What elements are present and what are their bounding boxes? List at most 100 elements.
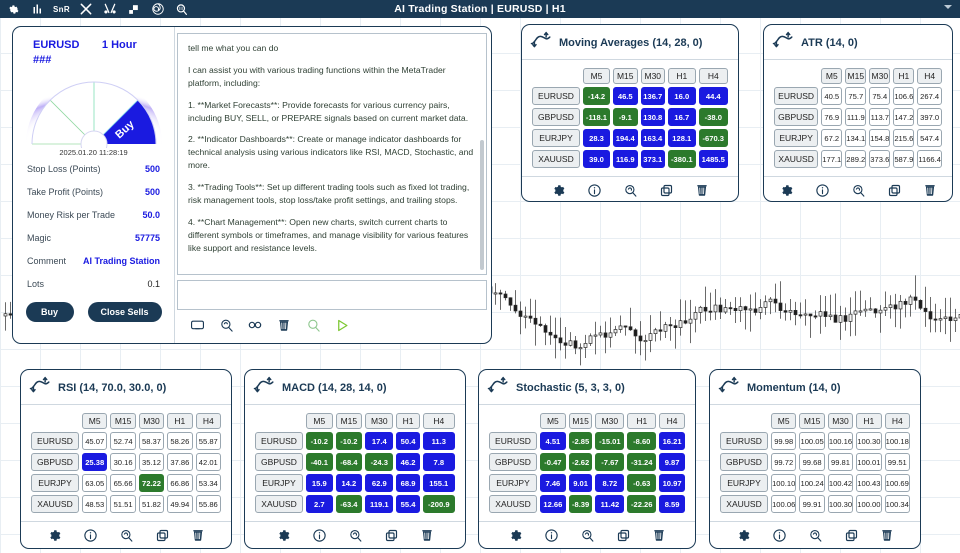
- cell-gbpusd-h1[interactable]: 37.86: [167, 453, 193, 471]
- row-header-eurusd[interactable]: EURUSD: [532, 87, 580, 105]
- cell-eurusd-m30[interactable]: 17.4: [365, 432, 394, 450]
- info-icon[interactable]: [771, 527, 787, 543]
- cell-xauusd-h1[interactable]: -22.26: [627, 495, 657, 513]
- column-header-m5[interactable]: M5: [583, 68, 610, 84]
- send-play-icon[interactable]: [334, 317, 350, 333]
- cell-eurjpy-m5[interactable]: 7.46: [540, 474, 566, 492]
- cell-eurusd-m5[interactable]: 40.5: [821, 87, 843, 105]
- duplicate-icon[interactable]: [658, 182, 674, 198]
- cell-eurusd-m5[interactable]: 4.51: [540, 432, 566, 450]
- row-header-eurusd[interactable]: EURUSD: [489, 432, 537, 450]
- gear-icon[interactable]: [507, 527, 523, 543]
- cell-gbpusd-h4[interactable]: 42.01: [195, 453, 221, 471]
- cell-xauusd-m5[interactable]: 177.1: [821, 150, 843, 168]
- cell-gbpusd-m5[interactable]: 25.38: [82, 453, 108, 471]
- cell-gbpusd-m5[interactable]: -118.1: [583, 108, 610, 126]
- cell-eurjpy-m30[interactable]: 8.72: [595, 474, 625, 492]
- cell-xauusd-h1[interactable]: 55.4: [396, 495, 420, 513]
- row-header-xauusd[interactable]: XAUUSD: [720, 495, 768, 513]
- cell-eurjpy-h1[interactable]: 68.9: [396, 474, 420, 492]
- cell-xauusd-h4[interactable]: 55.86: [195, 495, 221, 513]
- cell-eurusd-m5[interactable]: -10.2: [306, 432, 333, 450]
- cell-eurjpy-m15[interactable]: 100.24: [799, 474, 825, 492]
- bars-icon[interactable]: [29, 2, 46, 17]
- cell-eurusd-m30[interactable]: 100.16: [827, 432, 854, 450]
- cell-gbpusd-m5[interactable]: -0.47: [540, 453, 566, 471]
- cell-xauusd-h4[interactable]: 100.34: [884, 495, 910, 513]
- cell-eurusd-h4[interactable]: 55.87: [195, 432, 221, 450]
- magnifier-refresh-icon[interactable]: [807, 527, 823, 543]
- cell-eurusd-m30[interactable]: 75.4: [869, 87, 891, 105]
- cell-gbpusd-m30[interactable]: -7.67: [595, 453, 625, 471]
- column-header-h1[interactable]: H1: [627, 413, 657, 429]
- cell-eurjpy-h4[interactable]: 155.1: [422, 474, 455, 492]
- gear-icon[interactable]: [778, 182, 794, 198]
- row-header-gbpusd[interactable]: GBPUSD: [774, 108, 819, 126]
- cell-eurjpy-m15[interactable]: 14.2: [335, 474, 363, 492]
- cell-xauusd-h4[interactable]: 1485.5: [698, 150, 728, 168]
- cell-xauusd-h4[interactable]: 1166.4: [917, 150, 942, 168]
- column-header-m30[interactable]: M30: [138, 413, 165, 429]
- cell-eurjpy-m30[interactable]: 72.22: [138, 474, 165, 492]
- column-header-h4[interactable]: H4: [195, 413, 221, 429]
- cell-gbpusd-h1[interactable]: 147.2: [893, 108, 915, 126]
- column-header-m15[interactable]: M15: [845, 68, 867, 84]
- cell-gbpusd-h4[interactable]: -38.0: [698, 108, 728, 126]
- magnifier-refresh-icon[interactable]: [579, 527, 595, 543]
- trash-icon[interactable]: [922, 182, 938, 198]
- cell-gbpusd-m5[interactable]: -40.1: [306, 453, 333, 471]
- row-header-xauusd[interactable]: XAUUSD: [774, 150, 819, 168]
- cell-eurjpy-m5[interactable]: 100.10: [771, 474, 797, 492]
- row-header-eurusd[interactable]: EURUSD: [720, 432, 768, 450]
- magnifier-refresh-icon[interactable]: [347, 527, 363, 543]
- cell-gbpusd-m15[interactable]: -2.62: [568, 453, 593, 471]
- cell-gbpusd-m5[interactable]: 76.9: [821, 108, 843, 126]
- cell-gbpusd-m15[interactable]: 99.68: [799, 453, 825, 471]
- cell-eurusd-m30[interactable]: -15.01: [595, 432, 625, 450]
- column-header-h4[interactable]: H4: [884, 413, 910, 429]
- column-header-h4[interactable]: H4: [659, 413, 685, 429]
- cell-eurjpy-m5[interactable]: 15.9: [306, 474, 333, 492]
- column-header-m15[interactable]: M15: [110, 413, 136, 429]
- row-header-xauusd[interactable]: XAUUSD: [532, 150, 580, 168]
- gear-icon[interactable]: [46, 527, 62, 543]
- duplicate-icon[interactable]: [615, 527, 631, 543]
- cell-gbpusd-m15[interactable]: -9.1: [612, 108, 638, 126]
- column-header-m30[interactable]: M30: [595, 413, 625, 429]
- cell-eurusd-m15[interactable]: 100.05: [799, 432, 825, 450]
- trash-icon[interactable]: [190, 527, 206, 543]
- row-header-eurusd[interactable]: EURUSD: [774, 87, 819, 105]
- cell-eurusd-m15[interactable]: 52.74: [110, 432, 136, 450]
- cell-gbpusd-m15[interactable]: 111.9: [845, 108, 867, 126]
- duplicate-icon[interactable]: [154, 527, 170, 543]
- cell-eurusd-m15[interactable]: 75.7: [845, 87, 867, 105]
- row-header-eurjpy[interactable]: EURJPY: [255, 474, 303, 492]
- cell-gbpusd-m15[interactable]: -68.4: [335, 453, 363, 471]
- cell-xauusd-m5[interactable]: 2.7: [306, 495, 333, 513]
- cell-gbpusd-h1[interactable]: -31.24: [627, 453, 657, 471]
- column-header-m15[interactable]: M15: [799, 413, 825, 429]
- cell-eurjpy-m30[interactable]: 62.9: [365, 474, 394, 492]
- cell-eurjpy-m15[interactable]: 65.66: [110, 474, 136, 492]
- column-header-m5[interactable]: M5: [540, 413, 566, 429]
- cell-xauusd-m5[interactable]: 48.53: [82, 495, 108, 513]
- cell-gbpusd-m5[interactable]: 99.72: [771, 453, 797, 471]
- row-header-eurjpy[interactable]: EURJPY: [489, 474, 537, 492]
- cell-gbpusd-m30[interactable]: 35.12: [138, 453, 165, 471]
- fractal-icon[interactable]: [101, 2, 118, 17]
- cell-eurjpy-h1[interactable]: -0.63: [627, 474, 657, 492]
- column-header-m30[interactable]: M30: [365, 413, 394, 429]
- magnifier-refresh-icon[interactable]: [850, 182, 866, 198]
- cell-xauusd-m15[interactable]: 289.2: [845, 150, 867, 168]
- cell-xauusd-m15[interactable]: 116.9: [612, 150, 638, 168]
- column-header-m15[interactable]: M15: [335, 413, 363, 429]
- row-header-eurusd[interactable]: EURUSD: [31, 432, 79, 450]
- column-header-h1[interactable]: H1: [167, 413, 193, 429]
- row-header-xauusd[interactable]: XAUUSD: [31, 495, 79, 513]
- magnifier-green-icon[interactable]: [305, 317, 321, 333]
- cell-eurjpy-m5[interactable]: 63.05: [82, 474, 108, 492]
- column-header-m5[interactable]: M5: [306, 413, 333, 429]
- cell-eurusd-h4[interactable]: 267.4: [917, 87, 942, 105]
- cell-eurusd-m5[interactable]: -14.2: [583, 87, 610, 105]
- cell-eurusd-h1[interactable]: 100.30: [856, 432, 882, 450]
